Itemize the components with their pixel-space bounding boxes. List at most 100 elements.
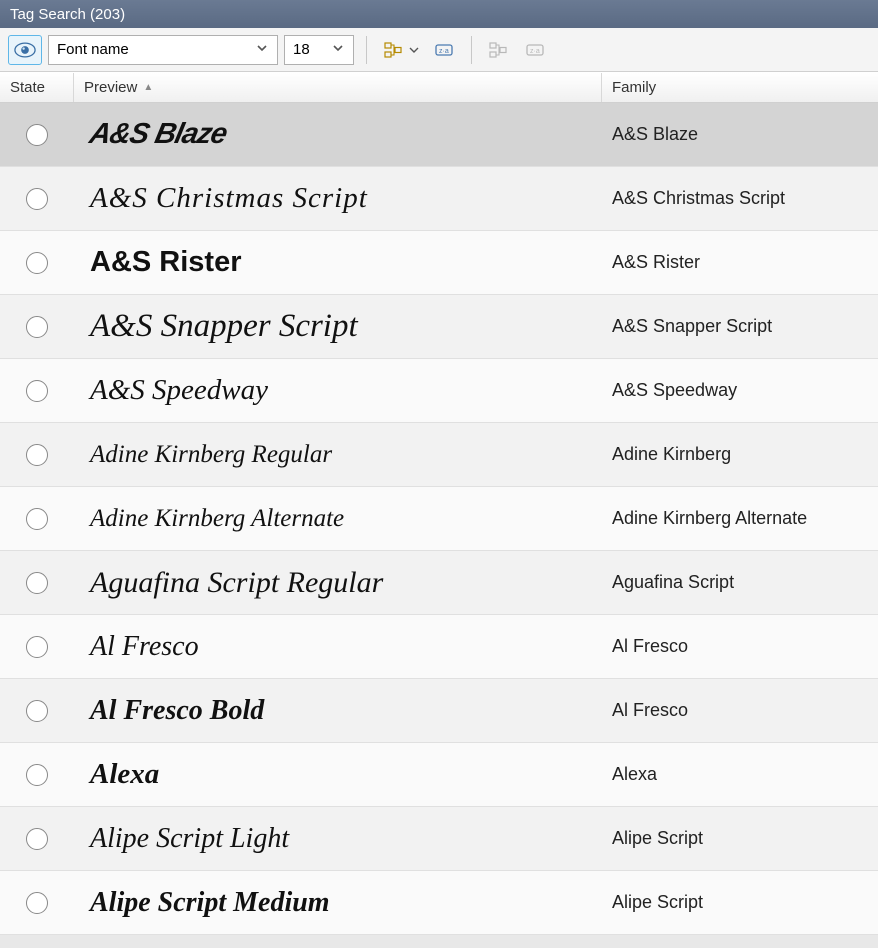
preview-cell: Aguafina Script Regular xyxy=(74,551,602,614)
column-header-family[interactable]: Family xyxy=(602,73,878,102)
table-row[interactable]: A&S Blaze A&S Blaze xyxy=(0,103,878,167)
preview-cell: Alipe Script Medium xyxy=(74,871,602,934)
sort-za-button[interactable]: z·a xyxy=(520,36,550,64)
state-radio[interactable] xyxy=(26,188,48,210)
table-row[interactable]: Alipe Script MediumAlipe Script xyxy=(0,871,878,935)
state-cell xyxy=(0,423,74,486)
family-cell: A&S Speedway xyxy=(602,359,878,422)
preview-cell: Adine Kirnberg Regular xyxy=(74,423,602,486)
table-row[interactable]: Al Fresco Bold Al Fresco xyxy=(0,679,878,743)
font-preview-text: A&S Christmas Script xyxy=(90,182,368,215)
font-size-value: 18 xyxy=(293,41,310,58)
tree-expand-icon xyxy=(384,41,404,59)
family-cell: Adine Kirnberg Alternate xyxy=(602,487,878,550)
title-bar: Tag Search (203) xyxy=(0,0,878,28)
preview-cell: A&S Speedway xyxy=(74,359,602,422)
tree-collapse-button[interactable] xyxy=(484,36,514,64)
font-list: State Preview ▲ Family A&S BlazeA&S Blaz… xyxy=(0,72,878,935)
family-cell: A&S Snapper Script xyxy=(602,295,878,358)
column-header-state[interactable]: State xyxy=(0,73,74,102)
family-name: Adine Kirnberg xyxy=(612,444,731,465)
separator xyxy=(366,36,367,64)
font-name-dropdown[interactable]: Font name xyxy=(48,35,278,65)
svg-text:z·a: z·a xyxy=(530,48,540,55)
table-row[interactable]: Al Fresco Al Fresco xyxy=(0,615,878,679)
family-cell: Al Fresco xyxy=(602,615,878,678)
font-preview-text: A&S Speedway xyxy=(90,374,268,407)
font-preview-text: A&S Blaze xyxy=(86,118,229,151)
preview-cell: Adine Kirnberg Alternate xyxy=(74,487,602,550)
state-radio[interactable] xyxy=(26,636,48,658)
font-preview-text: Alipe Script Light xyxy=(90,823,289,855)
state-radio[interactable] xyxy=(26,124,48,146)
family-name: A&S Snapper Script xyxy=(612,316,772,337)
sort-az-button[interactable]: z·a xyxy=(429,36,459,64)
preview-cell: Al Fresco Bold xyxy=(74,679,602,742)
family-name: Al Fresco xyxy=(612,700,688,721)
table-row[interactable]: Adine Kirnberg Alternate Adine Kirnberg A… xyxy=(0,487,878,551)
state-cell xyxy=(0,167,74,230)
state-radio[interactable] xyxy=(26,380,48,402)
column-header-row: State Preview ▲ Family xyxy=(0,73,878,103)
state-cell xyxy=(0,103,74,166)
table-row[interactable]: Aguafina Script Regular Aguafina Script xyxy=(0,551,878,615)
font-preview-text: Adine Kirnberg Regular xyxy=(90,441,332,469)
font-preview-text: Aguafina Script Regular xyxy=(90,566,383,600)
sort-az-icon: z·a xyxy=(434,41,454,59)
preview-cell: Alexa xyxy=(74,743,602,806)
tree-collapse-icon xyxy=(489,41,509,59)
font-preview-text: Adine Kirnberg Alternate xyxy=(90,505,344,533)
table-row[interactable]: Alipe Script LightAlipe Script xyxy=(0,807,878,871)
preview-cell: A&S Christmas Script xyxy=(74,167,602,230)
state-cell xyxy=(0,679,74,742)
state-cell xyxy=(0,743,74,806)
separator xyxy=(471,36,472,64)
font-name-value: Font name xyxy=(57,41,129,58)
family-name: A&S Blaze xyxy=(612,124,698,145)
toggle-preview-button[interactable] xyxy=(8,35,42,65)
state-radio[interactable] xyxy=(26,892,48,914)
chevron-down-icon xyxy=(327,41,349,59)
state-cell xyxy=(0,807,74,870)
state-cell xyxy=(0,487,74,550)
eye-icon xyxy=(14,41,36,59)
family-cell: Al Fresco xyxy=(602,679,878,742)
state-radio[interactable] xyxy=(26,828,48,850)
state-cell xyxy=(0,359,74,422)
preview-cell: A&S Blaze xyxy=(74,103,602,166)
table-row[interactable]: Adine Kirnberg Regular Adine Kirnberg xyxy=(0,423,878,487)
state-radio[interactable] xyxy=(26,444,48,466)
font-preview-text: Al Fresco Bold xyxy=(90,695,264,727)
preview-cell: A&S Rister xyxy=(74,231,602,294)
font-preview-text: Alexa xyxy=(90,758,159,791)
font-preview-text: Al Fresco xyxy=(90,631,199,663)
state-radio[interactable] xyxy=(26,700,48,722)
column-header-preview[interactable]: Preview ▲ xyxy=(74,73,602,102)
expand-collapse-split-button[interactable] xyxy=(379,36,423,64)
preview-cell: Alipe Script Light xyxy=(74,807,602,870)
state-cell xyxy=(0,615,74,678)
state-radio[interactable] xyxy=(26,508,48,530)
state-radio[interactable] xyxy=(26,316,48,338)
chevron-down-icon xyxy=(409,45,423,55)
table-row[interactable]: A&S Snapper ScriptA&S Snapper Script xyxy=(0,295,878,359)
table-row[interactable]: Alexa Alexa xyxy=(0,743,878,807)
family-name: A&S Rister xyxy=(612,252,700,273)
family-name: Alexa xyxy=(612,764,657,785)
font-size-dropdown[interactable]: 18 xyxy=(284,35,354,65)
state-radio[interactable] xyxy=(26,572,48,594)
family-name: Aguafina Script xyxy=(612,572,734,593)
svg-text:z·a: z·a xyxy=(439,48,449,55)
state-cell xyxy=(0,231,74,294)
table-row[interactable]: A&S Rister A&S Rister xyxy=(0,231,878,295)
state-cell xyxy=(0,295,74,358)
table-row[interactable]: A&S Christmas Script A&S Christmas Script xyxy=(0,167,878,231)
family-cell: Alipe Script xyxy=(602,871,878,934)
family-name: Al Fresco xyxy=(612,636,688,657)
table-row[interactable]: A&S Speedway A&S Speedway xyxy=(0,359,878,423)
state-radio[interactable] xyxy=(26,252,48,274)
state-cell xyxy=(0,551,74,614)
family-name: A&S Speedway xyxy=(612,380,737,401)
family-name: A&S Christmas Script xyxy=(612,188,785,209)
state-radio[interactable] xyxy=(26,764,48,786)
